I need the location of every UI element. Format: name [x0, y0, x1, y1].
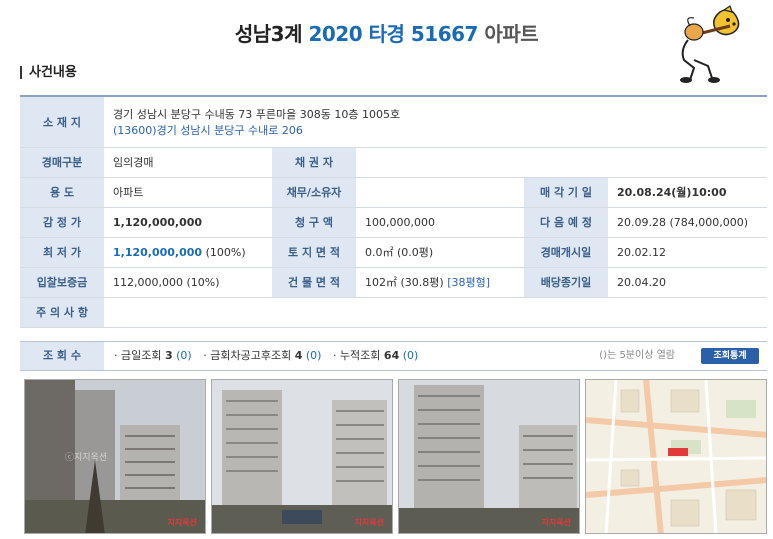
notes-value: [104, 297, 768, 328]
usage-label: 용 도: [20, 177, 104, 208]
address-road-link[interactable]: (13600)경기 성남시 분당구 수내로 206: [113, 122, 758, 138]
today-views-count: 3: [164, 349, 173, 362]
usage-row: 용 도 아파트 채무/소유자 매 각 기 일 20.08.24(월)10:00: [20, 177, 768, 208]
deposit-label: 입찰보증금: [20, 267, 104, 298]
case-number: 2020 타경 51667: [308, 22, 478, 46]
claim-label: 청 구 액: [272, 207, 356, 238]
today-views-sub: (0): [176, 349, 192, 362]
dividend-deadline-label: 배당종기일: [524, 267, 608, 298]
deposit-row: 입찰보증금 112,000,000 (10%) 건 물 면 적 102㎡ (30…: [20, 267, 768, 298]
photo-watermark: ⓒ지지옥션: [65, 453, 108, 463]
view-stats: · 금일조회 3 (0) · 금회차공고후조회 4 (0) · 누적조회 64 …: [114, 342, 426, 370]
property-photo-2[interactable]: 지지옥션: [211, 379, 393, 534]
auction-type-value: 임의경매: [104, 147, 272, 178]
after-notice-views: · 금회차공고후조회 4 (0): [203, 349, 325, 362]
auction-type-label: 경매구분: [20, 147, 104, 178]
auction-start-value: 20.02.12: [608, 237, 768, 268]
property-photo-3[interactable]: 지지옥션: [398, 379, 580, 534]
creditor-value: [356, 147, 768, 178]
sale-date-label: 매 각 기 일: [524, 177, 608, 208]
mascot-icon: [680, 5, 740, 83]
min-price-percent: (100%): [205, 245, 246, 259]
creditor-label: 채 권 자: [272, 147, 356, 178]
location-label: 소 재 지: [20, 95, 104, 148]
usage-value: 아파트: [104, 177, 272, 208]
today-views-label: · 금일조회: [114, 349, 162, 362]
auction-type-row: 경매구분 임의경매 채 권 자: [20, 147, 768, 178]
location-row: 소 재 지 경기 성남시 분당구 수내동 73 푸른마을 308동 10층 10…: [20, 95, 768, 148]
building-area-label: 건 물 면 적: [272, 267, 356, 298]
photo-mark: 지지옥션: [167, 518, 197, 527]
photo-mark: 지지옥션: [354, 518, 384, 527]
address-lot: 경기 성남시 분당구 수내동 73 푸른마을 308동 10층 1005호: [113, 107, 401, 121]
view-note: ()는 5분이상 열람: [599, 350, 675, 361]
land-area-value: 0.0㎡ (0.0평): [356, 237, 524, 268]
building-area-link[interactable]: [38평형]: [447, 276, 490, 289]
building-area-value: 102㎡ (30.8평): [365, 276, 444, 289]
total-views: · 누적조회 64 (0): [333, 349, 418, 362]
case-info-table: 소 재 지 경기 성남시 분당구 수내동 73 푸른마을 308동 10층 10…: [20, 95, 768, 328]
min-price-cell: 1,120,000,000 (100%): [104, 237, 272, 268]
building-area-cell: 102㎡ (30.8평) [38평형]: [356, 267, 524, 298]
after-notice-views-count: 4: [294, 349, 303, 362]
view-count-label: 조 회 수: [20, 342, 104, 370]
auction-start-label: 경매개시일: [524, 237, 608, 268]
min-price-value: 1,120,000,000: [113, 245, 203, 259]
property-photo-1[interactable]: ⓒ지지옥션 지지옥션: [24, 379, 206, 534]
view-stats-button[interactable]: 조회통계: [701, 348, 759, 364]
court-name: 성남3계: [234, 22, 303, 46]
photo-mark: 지지옥션: [541, 518, 571, 527]
after-notice-views-label: · 금회차공고후조회: [203, 349, 292, 362]
page-title: 성남3계 2020 타경 51667 아파트: [0, 18, 773, 47]
deposit-value: 112,000,000 (10%): [104, 267, 272, 298]
total-views-count: 64: [383, 349, 400, 362]
location-map[interactable]: [585, 379, 767, 534]
total-views-label: · 누적조회: [332, 349, 381, 362]
min-price-label: 최 저 가: [20, 237, 104, 268]
notes-label: 주 의 사 항: [20, 297, 104, 328]
min-price-row: 최 저 가 1,120,000,000 (100%) 토 지 면 적 0.0㎡ …: [20, 237, 768, 268]
claim-value: 100,000,000: [356, 207, 524, 238]
after-notice-views-sub: (0): [305, 349, 322, 362]
appraisal-row: 감 정 가 1,120,000,000 청 구 액 100,000,000 다 …: [20, 207, 768, 238]
next-schedule-value: 20.09.28 (784,000,000): [608, 207, 768, 238]
location-value: 경기 성남시 분당구 수내동 73 푸른마을 308동 10층 1005호 (1…: [104, 95, 768, 148]
appraisal-value: 1,120,000,000: [104, 207, 272, 238]
dividend-deadline-value: 20.04.20: [608, 267, 768, 298]
view-count-row: 조 회 수 · 금일조회 3 (0) · 금회차공고후조회 4 (0) · 누적…: [20, 341, 767, 371]
land-area-label: 토 지 면 적: [272, 237, 356, 268]
total-views-sub: (0): [402, 349, 419, 362]
notes-row: 주 의 사 항: [20, 297, 768, 328]
debtor-label: 채무/소유자: [272, 177, 356, 208]
property-type: 아파트: [484, 22, 539, 46]
today-views: · 금일조회 3 (0): [114, 349, 195, 362]
section-title: 사건내용: [20, 66, 77, 79]
debtor-value: [356, 177, 524, 208]
sale-date-value: 20.08.24(월)10:00: [608, 177, 768, 208]
next-schedule-label: 다 음 예 정: [524, 207, 608, 238]
appraisal-label: 감 정 가: [20, 207, 104, 238]
